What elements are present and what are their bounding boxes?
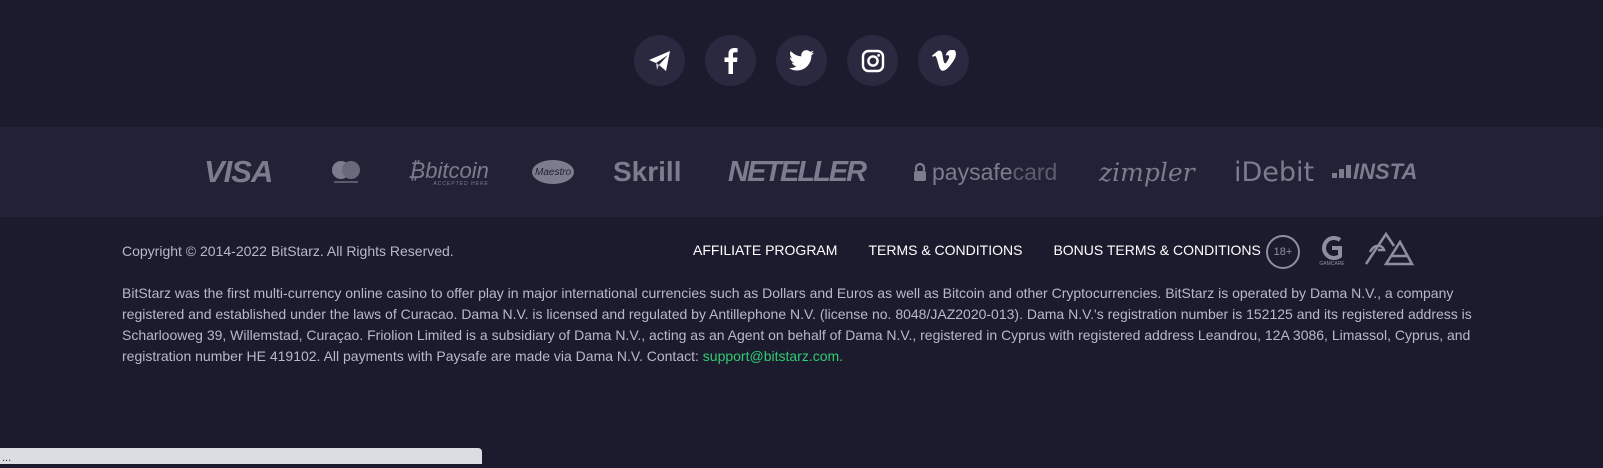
age-18-badge: 18+ [1266, 234, 1300, 269]
paysafe-text: paysafe [932, 158, 1013, 185]
lock-icon [914, 162, 926, 181]
affiliate-program-link[interactable]: AFFILIATE PROGRAM [693, 242, 837, 258]
instagram-icon [861, 49, 884, 72]
vimeo-button[interactable] [918, 35, 969, 86]
bitcoin-subtext: ACCEPTED HERE [433, 180, 489, 187]
legal-disclaimer: BitStarz was the first multi-currency on… [122, 283, 1487, 367]
neteller-text: NETELLER [728, 155, 867, 188]
footer-links: AFFILIATE PROGRAM TERMS & CONDITIONS BON… [693, 242, 1261, 258]
bars-icon [1332, 165, 1351, 178]
maestro-logo: Maestro [531, 127, 575, 217]
card-text: card [1012, 158, 1058, 185]
mastercard-logo [330, 127, 362, 217]
paysafecard-logo: paysafe card [913, 127, 1057, 217]
payment-methods: VISA ₿bitcoin ACCEPTED HERE Maestro Skri… [0, 127, 1603, 217]
bitcoin-logo: ₿bitcoin ACCEPTED HERE [408, 127, 489, 217]
maestro-text: Maestro [535, 166, 572, 178]
skrill-text: Skrill [613, 156, 682, 187]
gambling-anonymous-logo[interactable] [1364, 231, 1415, 271]
facebook-button[interactable] [705, 35, 756, 86]
bonus-terms-link[interactable]: BONUS TERMS & CONDITIONS [1053, 242, 1260, 258]
twitter-button[interactable] [776, 35, 827, 86]
browser-status-bar: ... [0, 448, 482, 464]
copyright-text: Copyright © 2014-2022 BitStarz. All Righ… [122, 243, 454, 259]
status-text: ... [2, 452, 12, 464]
visa-text: VISA [204, 154, 273, 189]
gamcare-text: GAMCARE [1319, 261, 1345, 267]
zimpler-text: zimpler [1099, 157, 1195, 187]
gamcare-icon [1322, 236, 1342, 260]
idebit-logo: iDebit [1234, 127, 1314, 217]
gambling-anonymous-icon [1364, 231, 1415, 266]
instadebit-logo: INSTA [1332, 127, 1417, 217]
telegram-button[interactable] [634, 35, 685, 86]
vimeo-icon [931, 50, 956, 71]
terms-conditions-link[interactable]: TERMS & CONDITIONS [868, 242, 1022, 258]
insta-text: INSTA [1353, 159, 1418, 184]
mastercard-icon [332, 161, 360, 183]
support-email-link[interactable]: support@bitstarz.com. [703, 348, 843, 364]
social-links [0, 35, 1603, 86]
idebit-text: iDebit [1234, 156, 1315, 188]
neteller-logo: NETELLER [728, 127, 867, 217]
gamcare-logo[interactable]: GAMCARE [1318, 236, 1346, 267]
facebook-icon [724, 47, 738, 74]
responsible-gaming-badges: 18+ GAMCARE [1266, 231, 1415, 271]
visa-logo: VISA [204, 127, 273, 217]
skrill-logo: Skrill [613, 127, 681, 217]
zimpler-logo: zimpler [1099, 127, 1195, 217]
instagram-button[interactable] [847, 35, 898, 86]
twitter-icon [789, 50, 814, 71]
telegram-icon [648, 50, 670, 71]
